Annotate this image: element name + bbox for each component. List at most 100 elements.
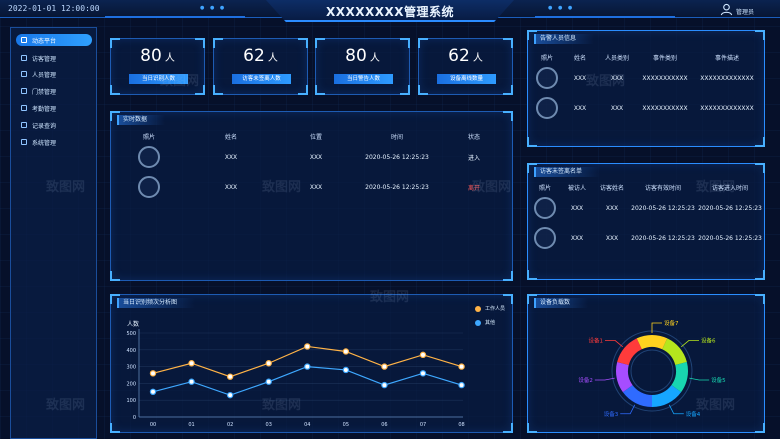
cell-valid-time: 2020-05-26 12:25:23 [631, 204, 695, 212]
series-line-1 [152, 365, 462, 396]
x-tick-label: 02 [227, 422, 233, 428]
datetime: 2022-01-01 12:00:00 [8, 4, 100, 13]
column-header: 姓名 [573, 54, 586, 62]
column-header: 照片 [540, 54, 553, 62]
y-tick-label: 300 [126, 365, 136, 371]
people-icon [21, 71, 27, 77]
cell-event-type: XXXXXXXXXXX [642, 104, 688, 112]
visitors-table: 照片 被访人 访客姓名 访客有效时间 访客进入时间 XXX XXX 2020-0… [530, 181, 764, 253]
x-tick-label: 07 [420, 422, 426, 428]
alert-table: 照片 姓名 人员类别 事件类别 事件描述 XXX XXX XXXXXXXXXXX… [532, 51, 760, 123]
slice-label: 设备4 [686, 410, 701, 418]
cell-enter-time: 2020-05-26 12:25:23 [698, 204, 762, 212]
x-tick-label: 00 [150, 422, 156, 428]
gear-icon [21, 139, 27, 145]
donut-slice [622, 384, 653, 407]
data-point [265, 360, 272, 367]
column-header: 访客进入时间 [711, 184, 748, 192]
sidebar-item-label: 系统管理 [32, 139, 57, 147]
stat-label[interactable]: 当日识别人数 [129, 74, 188, 84]
table-header-row: 照片 姓名 位置 时间 状态 [115, 130, 507, 142]
cell-category: XXX [610, 104, 624, 112]
cell-location: XXX [309, 183, 323, 191]
cell-status: 离开 [467, 184, 480, 192]
cell-time: 2020-05-26 12:25:23 [365, 183, 429, 191]
sidebar-item-people[interactable]: 人员管理 [16, 68, 92, 80]
slice-label: 设备6 [701, 336, 716, 344]
table-row[interactable]: XXX XXX XXXXXXXXXXX XXXXXXXXXXXXX [532, 93, 760, 123]
sidebar-item-records[interactable]: 记录查询 [16, 119, 92, 131]
avatar [138, 146, 160, 168]
stat-card: 80 人 当日识别人数 [110, 38, 205, 95]
slice-label: 设备1 [589, 336, 604, 344]
donut-slice [617, 338, 643, 366]
cell-name: XXX [573, 74, 587, 82]
donut-inner-ring [630, 349, 674, 393]
cell-event-desc: XXXXXXXXXXXXX [700, 104, 754, 112]
stat-label[interactable]: 当日警告人数 [334, 74, 393, 84]
x-tick-label: 04 [304, 422, 310, 428]
table-row[interactable]: XXX XXX XXXXXXXXXXX XXXXXXXXXXXXX [532, 63, 760, 93]
y-tick-label: 100 [126, 398, 136, 404]
data-point [419, 370, 427, 377]
cell-enter-time: 2020-05-26 12:25:23 [698, 234, 762, 242]
data-point [381, 363, 388, 370]
sidebar-item-label: 门禁管理 [32, 88, 57, 96]
donut-slice [671, 362, 688, 393]
sidebar-item-attendance[interactable]: 考勤管理 [16, 102, 92, 114]
table-row[interactable]: XXX XXX 2020-05-26 12:25:23 2020-05-26 1… [530, 223, 764, 253]
page-title: XXXXXXXX管理系统 [325, 5, 455, 19]
sidebar-item-dashboard[interactable]: 动态平台 [16, 34, 92, 46]
data-point [265, 378, 272, 385]
data-point [149, 388, 157, 396]
table-row[interactable]: XXX XXX 2020-05-26 12:25:23 2020-05-26 1… [530, 193, 764, 223]
data-point [188, 378, 195, 385]
stat-card: 62 人 访客未签离人数 [213, 38, 308, 95]
alert-panel: 告警人员信息 照片 姓名 人员类别 事件类别 事件描述 XXX XXX XXXX… [527, 30, 765, 147]
cell-host: XXX [570, 234, 584, 242]
sidebar-item-access[interactable]: 门禁管理 [16, 85, 92, 97]
sidebar-item-visitors[interactable]: 访客管理 [16, 52, 92, 64]
data-point [149, 370, 157, 377]
donut-slice [661, 338, 687, 366]
cell-category: XXX [610, 74, 624, 82]
sidebar-item-system[interactable]: 系统管理 [16, 136, 92, 148]
user-icon[interactable] [720, 3, 733, 16]
slice-label: 设备5 [711, 376, 726, 384]
data-point [304, 363, 311, 370]
sidebar: 动态平台 访客管理 人员管理 门禁管理 考勤管理 记录查询 系统管理 [10, 27, 97, 439]
column-header: 时间 [390, 133, 403, 141]
data-point [226, 391, 234, 399]
stat-value: 80 人 [140, 46, 175, 66]
x-tick-label: 08 [458, 422, 464, 428]
stat-label[interactable]: 访客未签离人数 [232, 74, 291, 84]
records-icon [21, 122, 27, 128]
stat-value: 80 人 [345, 46, 380, 66]
sidebar-item-label: 考勤管理 [32, 105, 57, 113]
table-row[interactable]: XXX XXX 2020-05-26 12:25:23 进入 [115, 142, 507, 172]
x-tick-label: 03 [266, 422, 272, 428]
cell-name: XXX [224, 153, 238, 161]
header-deco-dots: ● ● ● [548, 5, 575, 11]
sidebar-item-label: 访客管理 [32, 55, 57, 63]
avatar [138, 176, 160, 198]
line-chart: 人数 0 100 200 300 400 500 00 01 02 03 04 05 06 07 08 [126, 320, 465, 428]
avatar [534, 227, 556, 249]
table-row[interactable]: XXX XXX 2020-05-26 12:25:23 离开 [115, 172, 507, 202]
slice-leader-line [594, 377, 615, 381]
visitor-icon [21, 55, 27, 61]
sidebar-item-label: 动态平台 [32, 37, 57, 45]
user-label[interactable]: 管理员 [736, 7, 754, 16]
stat-label[interactable]: 设备离线数量 [437, 74, 496, 84]
cell-time: 2020-05-26 12:25:23 [365, 153, 429, 161]
avatar [536, 67, 558, 89]
stat-card: 80 人 当日警告人数 [315, 38, 410, 95]
column-header: 访客有效时间 [644, 184, 681, 192]
slice-label: 设备2 [578, 376, 593, 384]
slice-leader-line [681, 340, 699, 348]
slice-leader-line [689, 377, 710, 381]
column-header: 照片 [538, 184, 551, 192]
y-tick-label: 200 [126, 381, 136, 387]
column-header: 状态 [467, 133, 480, 141]
avatar [534, 197, 556, 219]
